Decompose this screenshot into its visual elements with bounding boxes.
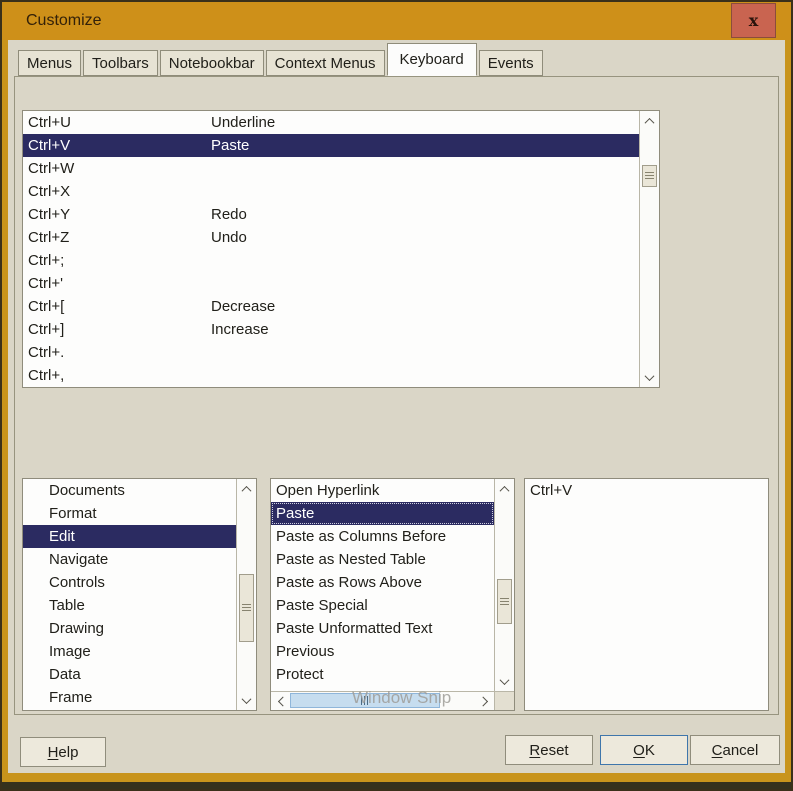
shortcut-command [211, 341, 639, 364]
function-hscrollbar[interactable] [271, 691, 494, 710]
scroll-left-icon[interactable] [272, 692, 290, 710]
shortcut-row[interactable]: Ctrl+W [23, 157, 639, 180]
tab-context-menus[interactable]: Context Menus [266, 50, 385, 76]
shortcut-key: Ctrl+Y [23, 203, 211, 226]
shortcut-keys-list[interactable]: Ctrl+UUnderlineCtrl+VPasteCtrl+WCtrl+XCt… [22, 110, 660, 388]
function-item-previous[interactable]: Previous [271, 640, 494, 663]
category-item-drawing[interactable]: Drawing [23, 617, 236, 640]
shortcut-row[interactable]: Ctrl+[Decrease [23, 295, 639, 318]
function-item-paste-as-rows-above[interactable]: Paste as Rows Above [271, 571, 494, 594]
cancel-button[interactable]: Cancel [690, 735, 780, 765]
category-item-controls[interactable]: Controls [23, 571, 236, 594]
shortcut-key: Ctrl+U [23, 111, 211, 134]
shortcut-command [211, 249, 639, 272]
shortcut-list-scrollbar[interactable] [639, 111, 659, 387]
tab-keyboard[interactable]: Keyboard [387, 43, 477, 76]
scroll-down-icon[interactable] [495, 672, 514, 690]
category-item-table[interactable]: Table [23, 594, 236, 617]
ok-button[interactable]: OK [600, 735, 688, 765]
function-item-paste-as-columns-before[interactable]: Paste as Columns Before [271, 525, 494, 548]
category-item-format[interactable]: Format [23, 502, 236, 525]
shortcut-row[interactable]: Ctrl+, [23, 364, 639, 387]
shortcut-key: Ctrl+[ [23, 295, 211, 318]
shortcut-command: Decrease [211, 295, 639, 318]
function-item-open-hyperlink[interactable]: Open Hyperlink [271, 479, 494, 502]
reset-button[interactable]: Reset [505, 735, 593, 765]
scroll-thumb[interactable] [239, 574, 254, 642]
function-item-paste[interactable]: Paste [271, 502, 494, 525]
shortcut-row[interactable]: Ctrl+VPaste [23, 134, 639, 157]
shortcut-command: Redo [211, 203, 639, 226]
category-item-data[interactable]: Data [23, 663, 236, 686]
keys-list[interactable]: Ctrl+V [524, 478, 769, 711]
scroll-up-icon[interactable] [495, 480, 514, 498]
tab-toolbars[interactable]: Toolbars [83, 50, 158, 76]
tab-notebookbar[interactable]: Notebookbar [160, 50, 264, 76]
category-item-navigate[interactable]: Navigate [23, 548, 236, 571]
help-button[interactable]: Help [20, 737, 106, 767]
shortcut-row[interactable]: Ctrl+UUnderline [23, 111, 639, 134]
shortcut-row[interactable]: Ctrl+YRedo [23, 203, 639, 226]
category-scrollbar[interactable] [236, 479, 256, 710]
dialog-body: MenusToolbarsNotebookbarContext MenusKey… [8, 40, 785, 773]
keys-rows: Ctrl+V [525, 479, 768, 710]
shortcut-row[interactable]: Ctrl+' [23, 272, 639, 295]
shortcut-row[interactable]: Ctrl+; [23, 249, 639, 272]
shortcut-key: Ctrl+V [23, 134, 211, 157]
shortcut-key: Ctrl+. [23, 341, 211, 364]
keys-item-ctrl+v[interactable]: Ctrl+V [525, 479, 768, 502]
shortcut-row[interactable]: Ctrl+X [23, 180, 639, 203]
shortcut-key: Ctrl+; [23, 249, 211, 272]
window-title: Customize [26, 2, 102, 40]
scrollbar-corner [494, 691, 514, 710]
function-rows: Open HyperlinkPastePaste as Columns Befo… [271, 479, 494, 691]
shortcut-key: Ctrl+X [23, 180, 211, 203]
shortcut-command [211, 157, 639, 180]
customize-dialog: Customize x MenusToolbarsNotebookbarCont… [0, 0, 793, 791]
shortcut-row[interactable]: Ctrl+]Increase [23, 318, 639, 341]
window-bottom-frame [2, 782, 791, 789]
category-list[interactable]: DocumentsFormatEditNavigateControlsTable… [22, 478, 257, 711]
tab-bar: MenusToolbarsNotebookbarContext MenusKey… [18, 44, 545, 76]
shortcut-command [211, 272, 639, 295]
shortcut-key: Ctrl+W [23, 157, 211, 180]
category-rows: DocumentsFormatEditNavigateControlsTable… [23, 479, 236, 710]
shortcut-command: Underline [211, 111, 639, 134]
scroll-up-icon[interactable] [237, 480, 256, 498]
scroll-right-icon[interactable] [475, 692, 493, 710]
function-item-protect[interactable]: Protect [271, 663, 494, 686]
shortcut-command: Paste [211, 134, 639, 157]
tab-menus[interactable]: Menus [18, 50, 81, 76]
shortcut-command: Increase [211, 318, 639, 341]
scroll-down-icon[interactable] [237, 691, 256, 709]
close-icon: x [749, 11, 759, 30]
shortcut-row[interactable]: Ctrl+ZUndo [23, 226, 639, 249]
shortcut-key: Ctrl+' [23, 272, 211, 295]
shortcut-row[interactable]: Ctrl+. [23, 341, 639, 364]
shortcut-key: Ctrl+] [23, 318, 211, 341]
shortcut-command: Undo [211, 226, 639, 249]
hscroll-thumb[interactable] [290, 693, 440, 708]
titlebar[interactable]: Customize [2, 2, 791, 40]
shortcut-key: Ctrl+, [23, 364, 211, 387]
category-item-documents[interactable]: Documents [23, 479, 236, 502]
function-scrollbar[interactable] [494, 479, 514, 691]
shortcut-key: Ctrl+Z [23, 226, 211, 249]
tab-events[interactable]: Events [479, 50, 543, 76]
shortcut-command [211, 364, 639, 387]
shortcut-rows: Ctrl+UUnderlineCtrl+VPasteCtrl+WCtrl+XCt… [23, 111, 639, 387]
function-list[interactable]: Open HyperlinkPastePaste as Columns Befo… [270, 478, 515, 711]
scroll-up-icon[interactable] [640, 112, 659, 130]
close-button[interactable]: x [731, 3, 776, 38]
function-item-paste-special[interactable]: Paste Special [271, 594, 494, 617]
category-item-edit[interactable]: Edit [23, 525, 236, 548]
scroll-down-icon[interactable] [640, 368, 659, 386]
scroll-thumb[interactable] [497, 579, 512, 624]
scroll-thumb[interactable] [642, 165, 657, 187]
category-item-frame[interactable]: Frame [23, 686, 236, 709]
shortcut-command [211, 180, 639, 203]
function-item-paste-as-nested-table[interactable]: Paste as Nested Table [271, 548, 494, 571]
function-item-paste-unformatted-text[interactable]: Paste Unformatted Text [271, 617, 494, 640]
category-item-image[interactable]: Image [23, 640, 236, 663]
